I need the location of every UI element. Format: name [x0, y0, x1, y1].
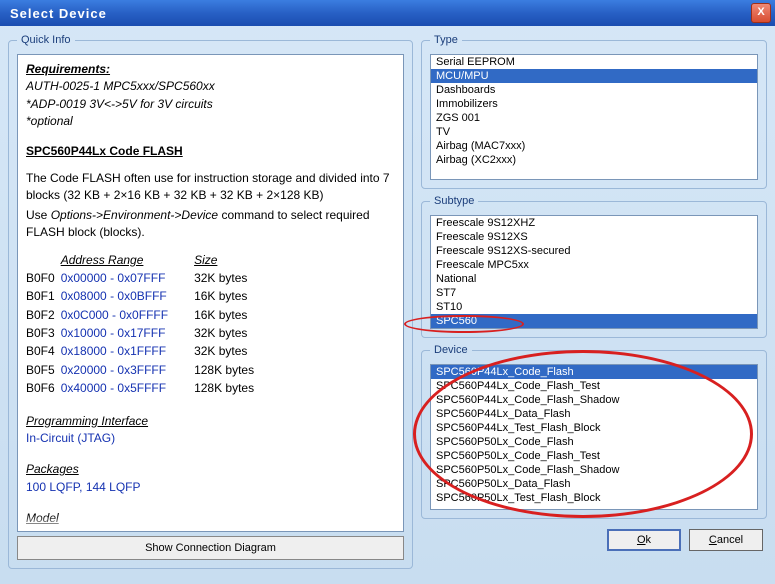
fade-overlay	[18, 515, 403, 531]
list-item[interactable]: SPC560P44Lx_Code_Flash_Shadow	[431, 393, 757, 407]
cancel-button[interactable]: Cancel	[689, 529, 763, 551]
list-item[interactable]: MCU/MPU	[431, 69, 757, 83]
device-legend: Device	[430, 344, 472, 356]
list-item[interactable]: Freescale 9S12XHZ	[431, 216, 757, 230]
list-item[interactable]: SPC560P44Lx_Data_Flash	[431, 407, 757, 421]
list-item[interactable]: ST10	[431, 300, 757, 314]
list-item[interactable]: Dashboards	[431, 83, 757, 97]
table-row: B0F60x40000 - 0x5FFFF128K bytes	[26, 380, 260, 398]
list-item[interactable]: SPC560P44Lx_Code_Flash_Test	[431, 379, 757, 393]
list-item[interactable]: Airbag (MAC7xxx)	[431, 139, 757, 153]
address-table: Address Range Size B0F00x00000 - 0x07FFF…	[26, 252, 260, 399]
list-item[interactable]: ZGS 001	[431, 111, 757, 125]
packages-title: Packages	[26, 461, 395, 478]
list-item[interactable]: SPC560P44Lx_Code_Flash	[431, 365, 757, 379]
requirement-line: *ADP-0019 3V<->5V for 3V circuits	[26, 97, 213, 111]
list-item[interactable]: Freescale 9S12XS	[431, 230, 757, 244]
device-area: Device SPC560P44Lx_Code_FlashSPC560P44Lx…	[421, 344, 767, 525]
type-legend: Type	[430, 34, 462, 46]
list-item[interactable]: SPC560	[431, 314, 757, 328]
client-area: Quick Info Requirements: AUTH-0025-1 MPC…	[0, 26, 775, 584]
programming-interface-title: Programming Interface	[26, 413, 395, 430]
table-row: B0F20x0C000 - 0x0FFFF16K bytes	[26, 307, 260, 325]
subtype-legend: Subtype	[430, 195, 478, 207]
table-row: B0F10x08000 - 0x0BFFF16K bytes	[26, 288, 260, 306]
list-item[interactable]: TV	[431, 125, 757, 139]
list-item[interactable]: Serial EEPROM	[431, 55, 757, 69]
table-row: B0F40x18000 - 0x1FFFF32K bytes	[26, 343, 260, 361]
device-title: SPC560P44Lx Code FLASH	[26, 143, 395, 160]
type-listbox[interactable]: Serial EEPROMMCU/MPUDashboardsImmobilize…	[430, 54, 758, 180]
type-group: Type Serial EEPROMMCU/MPUDashboardsImmob…	[421, 34, 767, 189]
window-title: Select Device	[4, 6, 751, 21]
requirement-line: *optional	[26, 114, 73, 128]
dialog-button-row: Ok Cancel	[421, 525, 767, 551]
quick-info-legend: Quick Info	[17, 34, 75, 46]
list-item[interactable]: SPC560P50Lx_Code_Flash_Shadow	[431, 463, 757, 477]
list-item[interactable]: Freescale 9S12XS-secured	[431, 244, 757, 258]
list-item[interactable]: National	[431, 272, 757, 286]
list-item[interactable]: ST7	[431, 286, 757, 300]
show-connection-diagram-button[interactable]: Show Connection Diagram	[17, 536, 404, 560]
requirements-title: Requirements:	[26, 62, 110, 76]
table-row: B0F30x10000 - 0x17FFF32K bytes	[26, 325, 260, 343]
close-button[interactable]: X	[751, 3, 771, 23]
device-group: Device SPC560P44Lx_Code_FlashSPC560P44Lx…	[421, 344, 767, 519]
list-item[interactable]: SPC560P50Lx_Test_Flash_Block	[431, 491, 757, 505]
list-item[interactable]: Immobilizers	[431, 97, 757, 111]
table-row: B0F00x00000 - 0x07FFF32K bytes	[26, 270, 260, 288]
right-column: Type Serial EEPROMMCU/MPUDashboardsImmob…	[421, 34, 767, 576]
subtype-listbox[interactable]: Freescale 9S12XHZFreescale 9S12XSFreesca…	[430, 215, 758, 329]
list-item[interactable]: Texas Instruments	[431, 328, 757, 329]
programming-interface-value: In-Circuit (JTAG)	[26, 431, 115, 445]
list-item[interactable]: Airbag (XC2xxx)	[431, 153, 757, 167]
requirement-line: AUTH-0025-1 MPC5xxx/SPC560xx	[26, 79, 215, 93]
table-header-row: Address Range Size	[26, 252, 260, 270]
subtype-group: Subtype Freescale 9S12XHZFreescale 9S12X…	[421, 195, 767, 338]
table-row: B0F50x20000 - 0x3FFFF128K bytes	[26, 362, 260, 380]
quick-info-group: Quick Info Requirements: AUTH-0025-1 MPC…	[8, 34, 413, 569]
list-item[interactable]: SPC560P50Lx_Code_Flash_Test	[431, 449, 757, 463]
description-1: The Code FLASH often use for instruction…	[26, 170, 395, 205]
list-item[interactable]: SPC560P44Lx_Test_Flash_Block	[431, 421, 757, 435]
description-2: Use Options->Environment->Device command…	[26, 207, 395, 242]
list-item[interactable]: SPC560P50Lx_Data_Flash	[431, 477, 757, 491]
quick-info-text: Requirements: AUTH-0025-1 MPC5xxx/SPC560…	[17, 54, 404, 532]
list-item[interactable]: SPC560P50Lx_Code_Flash	[431, 435, 757, 449]
device-listbox[interactable]: SPC560P44Lx_Code_FlashSPC560P44Lx_Code_F…	[430, 364, 758, 510]
list-item[interactable]: Freescale MPC5xx	[431, 258, 757, 272]
left-column: Quick Info Requirements: AUTH-0025-1 MPC…	[8, 34, 413, 576]
ok-button[interactable]: Ok	[607, 529, 681, 551]
titlebar: Select Device X	[0, 0, 775, 26]
packages-value: 100 LQFP, 144 LQFP	[26, 480, 141, 494]
